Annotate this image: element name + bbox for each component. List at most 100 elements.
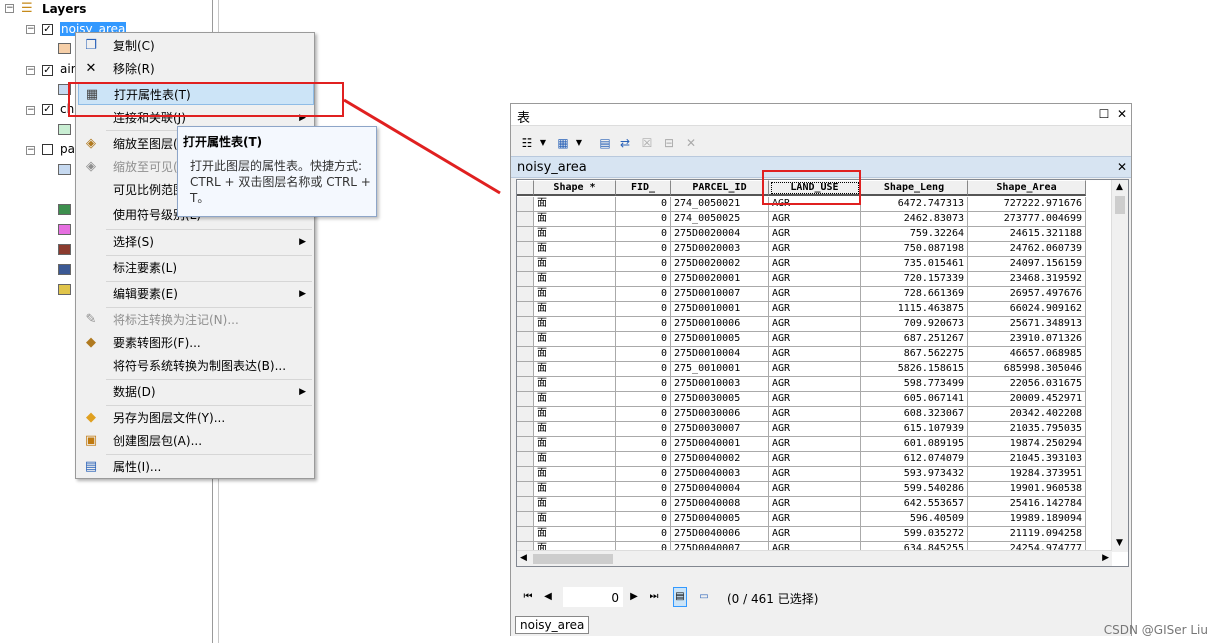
row-selector[interactable] (517, 482, 534, 497)
previous-record-icon[interactable]: ◀ (541, 590, 555, 604)
cell-parcel-id[interactable]: 275D0030007 (671, 422, 769, 437)
cell-shape-leng[interactable]: 687.251267 (861, 332, 968, 347)
cell-parcel-id[interactable]: 275D0040001 (671, 437, 769, 452)
cell-shape-area[interactable]: 19284.373951 (968, 467, 1086, 482)
cell-fid[interactable]: 0 (616, 317, 671, 332)
horizontal-scroll-thumb[interactable] (533, 554, 613, 564)
row-selector[interactable] (517, 452, 534, 467)
cell-shape-leng[interactable]: 720.157339 (861, 272, 968, 287)
delete-selected-icon[interactable]: ⊟ (661, 135, 677, 151)
cell-land-use[interactable]: AGR (769, 527, 861, 542)
cell-shape-leng[interactable]: 728.661369 (861, 287, 968, 302)
table-options-icon[interactable]: ☷ (519, 135, 535, 151)
table-row[interactable]: 面 0 275D0010005 AGR 687.251267 23910.071326 (517, 332, 1112, 347)
cell-parcel-id[interactable]: 275D0040002 (671, 452, 769, 467)
cell-shape-leng[interactable]: 605.067141 (861, 392, 968, 407)
table-row[interactable]: 面 0 274_0050025 AGR 2462.83073 273777.004699 (517, 212, 1112, 227)
cell-shape[interactable]: 面 (534, 527, 616, 542)
cell-parcel-id[interactable]: 275D0030006 (671, 407, 769, 422)
cell-shape[interactable]: 面 (534, 272, 616, 287)
cell-fid[interactable]: 0 (616, 227, 671, 242)
table-row[interactable]: 面 0 275D0030006 AGR 608.323067 20342.402208 (517, 407, 1112, 422)
clear-selection-icon[interactable]: ☒ (639, 135, 655, 151)
cell-fid[interactable]: 0 (616, 347, 671, 362)
cell-parcel-id[interactable]: 275D0010006 (671, 317, 769, 332)
cell-shape-leng[interactable]: 709.920673 (861, 317, 968, 332)
cell-parcel-id[interactable]: 275D0040004 (671, 482, 769, 497)
cell-fid[interactable]: 0 (616, 437, 671, 452)
cell-shape-area[interactable]: 25416.142784 (968, 497, 1086, 512)
cell-parcel-id[interactable]: 275_0010001 (671, 362, 769, 377)
row-selector[interactable] (517, 407, 534, 422)
table-row[interactable]: 面 0 275D0030007 AGR 615.107939 21035.795035 (517, 422, 1112, 437)
cell-shape[interactable]: 面 (534, 437, 616, 452)
cell-shape-leng[interactable]: 608.323067 (861, 407, 968, 422)
cell-parcel-id[interactable]: 275D0040008 (671, 497, 769, 512)
vertical-scroll-thumb[interactable] (1115, 196, 1125, 214)
cell-land-use[interactable]: AGR (769, 257, 861, 272)
close-icon[interactable]: ✕ (1115, 107, 1129, 121)
row-selector[interactable] (517, 362, 534, 377)
cell-shape[interactable]: 面 (534, 227, 616, 242)
select-by-attributes-icon[interactable]: ▤ (597, 135, 613, 151)
cell-parcel-id[interactable]: 274_0050025 (671, 212, 769, 227)
cell-shape[interactable]: 面 (534, 347, 616, 362)
table-row[interactable]: 面 0 275_0010001 AGR 5826.158615 685998.305046 (517, 362, 1112, 377)
cell-parcel-id[interactable]: 275D0040005 (671, 512, 769, 527)
cell-shape-leng[interactable]: 601.089195 (861, 437, 968, 452)
cell-land-use[interactable]: AGR (769, 227, 861, 242)
column-header-shape[interactable]: Shape * (534, 180, 616, 196)
cell-parcel-id[interactable]: 275D0010007 (671, 287, 769, 302)
close-table-tab-icon[interactable]: ✕ (1115, 160, 1129, 174)
cell-land-use[interactable]: AGR (769, 497, 861, 512)
cell-fid[interactable]: 0 (616, 482, 671, 497)
cell-shape-area[interactable]: 23910.071326 (968, 332, 1086, 347)
row-selector[interactable] (517, 197, 534, 212)
cell-shape-leng[interactable]: 593.973432 (861, 467, 968, 482)
row-selector[interactable] (517, 512, 534, 527)
column-header-shape-leng[interactable]: Shape_Leng (861, 180, 968, 196)
current-record-input[interactable]: 0 (563, 587, 623, 607)
table-row[interactable]: 面 0 275D0020003 AGR 750.087198 24762.060739 (517, 242, 1112, 257)
cell-shape-area[interactable]: 24762.060739 (968, 242, 1086, 257)
cell-fid[interactable]: 0 (616, 452, 671, 467)
table-row[interactable]: 面 0 275D0020001 AGR 720.157339 23468.319592 (517, 272, 1112, 287)
cell-shape-leng[interactable]: 867.562275 (861, 347, 968, 362)
table-row[interactable]: 面 0 275D0020002 AGR 735.015461 24097.156159 (517, 257, 1112, 272)
cell-land-use[interactable]: AGR (769, 362, 861, 377)
delete-icon[interactable]: ✕ (683, 135, 699, 151)
cell-parcel-id[interactable]: 275D0010001 (671, 302, 769, 317)
cell-shape-area[interactable]: 23468.319592 (968, 272, 1086, 287)
scroll-left-icon[interactable]: ◀ (520, 553, 527, 563)
cell-shape[interactable]: 面 (534, 332, 616, 347)
cell-parcel-id[interactable]: 275D0010004 (671, 347, 769, 362)
table-tab[interactable]: noisy_area (515, 616, 590, 634)
cell-shape[interactable]: 面 (534, 512, 616, 527)
cell-shape[interactable]: 面 (534, 392, 616, 407)
row-selector[interactable] (517, 272, 534, 287)
cell-parcel-id[interactable]: 275D0020003 (671, 242, 769, 257)
cell-shape[interactable]: 面 (534, 362, 616, 377)
cell-shape[interactable]: 面 (534, 377, 616, 392)
cell-land-use[interactable]: AGR (769, 377, 861, 392)
row-selector[interactable] (517, 332, 534, 347)
scroll-up-icon[interactable]: ▲ (1116, 182, 1123, 192)
cell-shape-area[interactable]: 21119.094258 (968, 527, 1086, 542)
row-selector[interactable] (517, 227, 534, 242)
cell-shape-leng[interactable]: 759.32264 (861, 227, 968, 242)
cell-shape-area[interactable]: 21045.393103 (968, 452, 1086, 467)
cell-shape-leng[interactable]: 596.40509 (861, 512, 968, 527)
cell-fid[interactable]: 0 (616, 497, 671, 512)
cell-shape[interactable]: 面 (534, 422, 616, 437)
cell-shape-leng[interactable]: 1115.463875 (861, 302, 968, 317)
table-row[interactable]: 面 0 275D0040004 AGR 599.540286 19901.960538 (517, 482, 1112, 497)
row-selector[interactable] (517, 467, 534, 482)
table-row[interactable]: 面 0 275D0040001 AGR 601.089195 19874.250294 (517, 437, 1112, 452)
row-selector[interactable] (517, 317, 534, 332)
first-record-icon[interactable]: ⏮ (521, 590, 535, 604)
cell-land-use[interactable]: AGR (769, 467, 861, 482)
cell-shape[interactable]: 面 (534, 197, 616, 212)
row-selector[interactable] (517, 497, 534, 512)
cell-shape-area[interactable]: 685998.305046 (968, 362, 1086, 377)
table-row[interactable]: 面 0 275D0040008 AGR 642.553657 25416.142784 (517, 497, 1112, 512)
